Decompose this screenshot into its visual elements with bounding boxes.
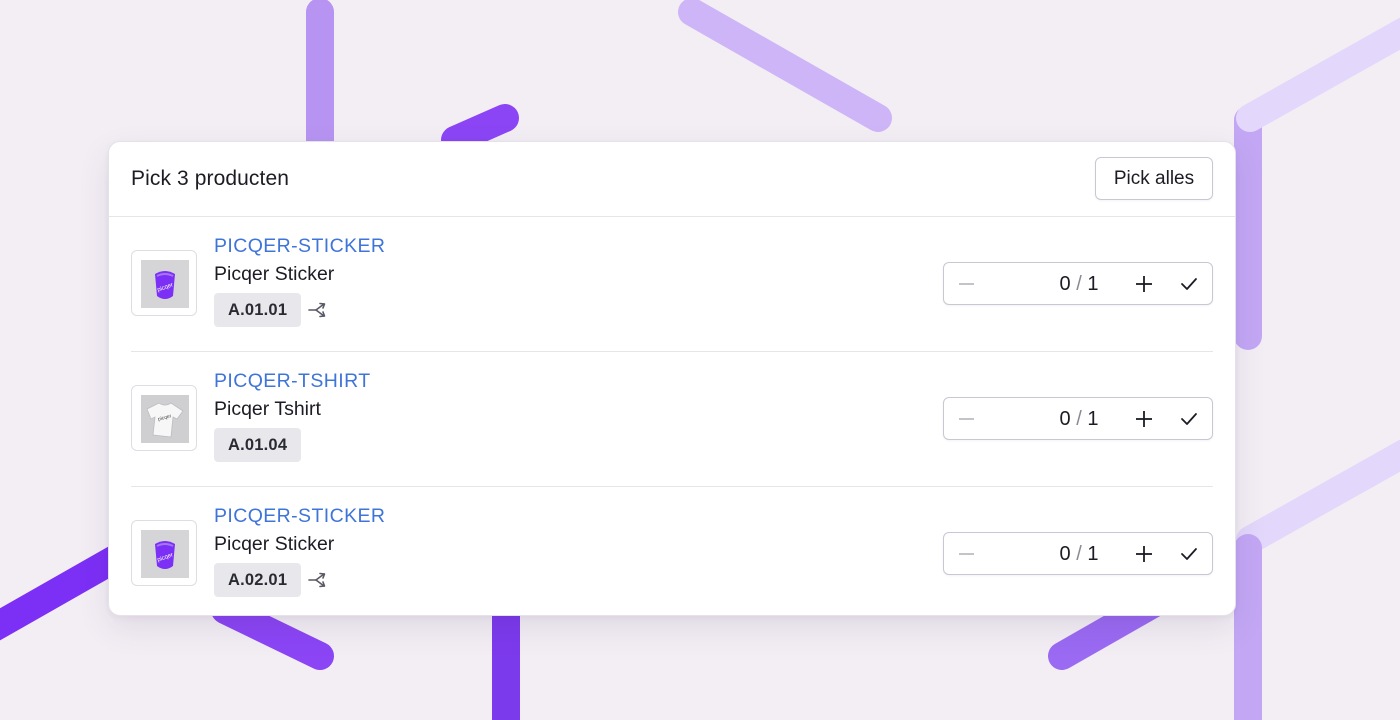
increment-button[interactable] <box>1129 269 1159 299</box>
location-group: A.01.01 <box>214 293 329 327</box>
location-group: A.02.01 <box>214 563 329 597</box>
tshirt-image: picqer <box>141 395 189 443</box>
product-name: Picqer Sticker <box>214 533 335 555</box>
quantity-stepper: 0 / 1 <box>943 262 1213 305</box>
product-row: picqer PICQER-STICKER Picqer Sticker A.0… <box>131 487 1213 621</box>
location-badge: A.01.04 <box>214 428 302 462</box>
product-thumbnail: picqer <box>131 385 197 451</box>
plus-icon <box>1136 546 1152 562</box>
picked-count: 0 <box>1059 273 1071 295</box>
minus-icon <box>959 418 974 420</box>
split-arrows-icon[interactable] <box>307 569 329 591</box>
confirm-button[interactable] <box>1174 269 1204 299</box>
quantity-value: 0 / 1 <box>1024 408 1134 431</box>
minus-icon <box>959 283 974 285</box>
product-name: Picqer Tshirt <box>214 398 321 420</box>
product-row: picqer PICQER-STICKER Picqer Sticker A.0… <box>131 217 1213 352</box>
product-name: Picqer Sticker <box>214 263 335 285</box>
check-icon <box>1181 413 1197 425</box>
check-icon <box>1181 278 1197 290</box>
increment-button[interactable] <box>1129 404 1159 434</box>
sticker-image: picqer <box>141 260 189 308</box>
pick-all-button[interactable]: Pick alles <box>1095 157 1213 200</box>
panel-header: Pick 3 producten Pick alles <box>109 142 1235 217</box>
sticker-image: picqer <box>141 530 189 578</box>
confirm-button[interactable] <box>1174 539 1204 569</box>
quantity-value: 0 / 1 <box>1024 273 1134 296</box>
product-list: picqer PICQER-STICKER Picqer Sticker A.0… <box>109 217 1235 621</box>
quantity-separator: / <box>1076 273 1082 295</box>
product-row: picqer PICQER-TSHIRT Picqer Tshirt A.01.… <box>131 352 1213 487</box>
product-thumbnail: picqer <box>131 520 197 586</box>
quantity-stepper: 0 / 1 <box>943 532 1213 575</box>
total-count: 1 <box>1087 543 1099 565</box>
panel-title: Pick 3 producten <box>131 167 290 190</box>
plus-icon <box>1136 276 1152 292</box>
product-sku[interactable]: PICQER-TSHIRT <box>214 370 371 393</box>
decrement-button[interactable] <box>952 404 982 434</box>
total-count: 1 <box>1087 273 1099 295</box>
increment-button[interactable] <box>1129 539 1159 569</box>
quantity-separator: / <box>1076 408 1082 430</box>
product-sku[interactable]: PICQER-STICKER <box>214 235 385 258</box>
decrement-button[interactable] <box>952 539 982 569</box>
location-badge: A.02.01 <box>214 563 302 597</box>
confirm-button[interactable] <box>1174 404 1204 434</box>
split-arrows-icon[interactable] <box>307 299 329 321</box>
quantity-value: 0 / 1 <box>1024 543 1134 566</box>
location-badge: A.01.01 <box>214 293 302 327</box>
minus-icon <box>959 553 974 555</box>
location-group: A.01.04 <box>214 428 302 462</box>
check-icon <box>1181 548 1197 560</box>
total-count: 1 <box>1087 408 1099 430</box>
pick-list-panel: Pick 3 producten Pick alles picqer PICQE… <box>108 141 1236 616</box>
quantity-separator: / <box>1076 543 1082 565</box>
picked-count: 0 <box>1059 408 1071 430</box>
product-sku[interactable]: PICQER-STICKER <box>214 505 385 528</box>
picked-count: 0 <box>1059 543 1071 565</box>
quantity-stepper: 0 / 1 <box>943 397 1213 440</box>
decrement-button[interactable] <box>952 269 982 299</box>
product-thumbnail: picqer <box>131 250 197 316</box>
plus-icon <box>1136 411 1152 427</box>
